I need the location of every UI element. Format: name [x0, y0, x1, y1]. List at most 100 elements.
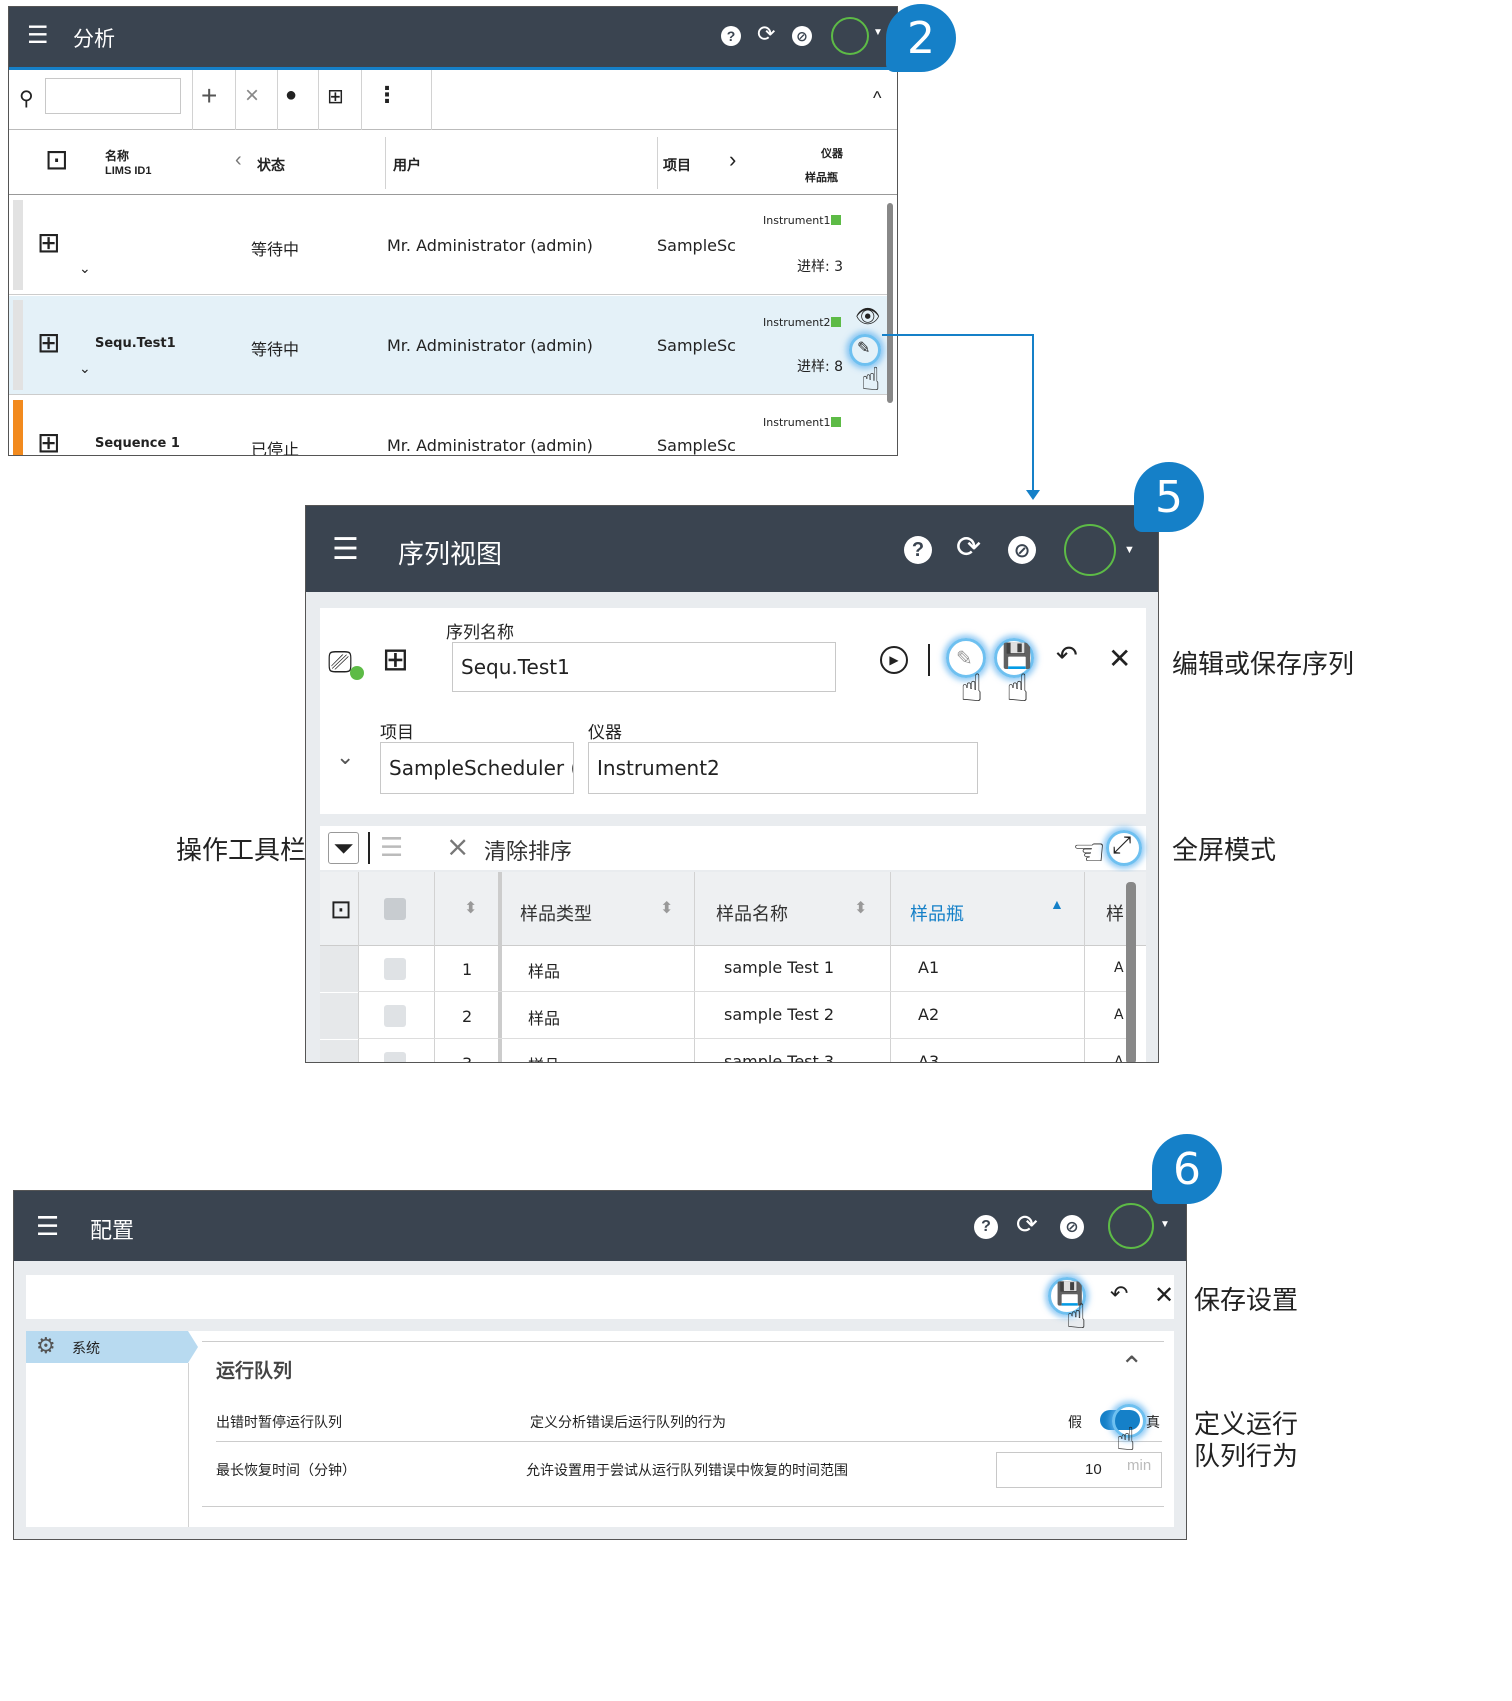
connector-line [882, 334, 1034, 336]
page-title: 分析 [73, 27, 115, 51]
more-icon[interactable]: ⋮ [376, 82, 398, 108]
undo-icon[interactable]: ↶ [1056, 640, 1078, 671]
sequence-icon[interactable]: ⊞ [327, 84, 344, 109]
menu-icon[interactable]: ☰ [332, 532, 359, 567]
col-project[interactable]: 项目 [663, 155, 691, 175]
close-icon[interactable]: ✕ [1154, 1281, 1174, 1310]
avatar[interactable] [831, 17, 869, 55]
notifications-off-icon[interactable]: ⊘ [792, 26, 812, 46]
setting-name: 最长恢复时间（分钟） [216, 1463, 356, 1479]
row-number: 1 [462, 960, 473, 979]
callout-save-settings: 保存设置 [1194, 1286, 1299, 1316]
row-checkbox[interactable] [384, 1005, 406, 1027]
col-lims[interactable]: LIMS ID1 [105, 165, 151, 177]
recovery-time-unit: min [1127, 1457, 1152, 1474]
add-icon[interactable]: + [201, 80, 217, 112]
clear-filter-icon[interactable]: ☰ [380, 832, 403, 863]
sidebar-item-system[interactable]: ⚙ 系统 [26, 1331, 188, 1363]
edit-icon[interactable]: ✎ [857, 338, 870, 358]
sort-asc-icon[interactable]: ▲ [1050, 896, 1064, 912]
help-icon[interactable]: ? [904, 536, 932, 564]
sort-icon[interactable]: ⬍ [854, 898, 867, 918]
run-icon[interactable]: ▶ [880, 646, 908, 674]
avatar-dropdown-icon[interactable]: ▼ [1160, 1219, 1170, 1230]
col-extra[interactable]: 样 [1106, 900, 1124, 926]
expand-icon[interactable]: ⌄ [79, 360, 91, 377]
refresh-icon[interactable]: ⟳ [1016, 1209, 1038, 1240]
row-checkbox[interactable] [384, 1052, 406, 1062]
refresh-icon[interactable]: ⟳ [956, 530, 981, 565]
clear-sort-icon[interactable]: ⨯ [446, 830, 469, 863]
row-checkbox[interactable] [384, 958, 406, 980]
table-row[interactable]: 2 样品 sample Test 2 A2 A [320, 993, 1126, 1039]
col-user[interactable]: 用户 [393, 155, 421, 175]
row-status: 等待中 [251, 340, 300, 359]
expand-icon[interactable]: ⌄ [79, 260, 91, 277]
callout-fullscreen: 全屏模式 [1172, 836, 1277, 866]
scrollbar[interactable] [887, 203, 893, 403]
col-vial[interactable]: 样品瓶 [910, 900, 964, 926]
project-select[interactable]: SampleScheduler (U [380, 742, 574, 794]
notifications-off-icon[interactable]: ⊘ [1008, 536, 1036, 564]
fullscreen-icon[interactable]: ⤢ [1112, 832, 1131, 860]
status-indicator [831, 215, 841, 225]
table-row[interactable]: ⊞ ⌄ 等待中 Mr. Administrator (admin) Sample… [9, 196, 887, 295]
help-icon[interactable]: ? [721, 26, 741, 46]
col-sample-name[interactable]: 样品名称 [716, 900, 788, 926]
collapse-icon[interactable]: ^ [873, 88, 881, 109]
col-status[interactable]: 状态 [257, 155, 285, 175]
clear-sort-label[interactable]: 清除排序 [484, 834, 572, 866]
avatar-dropdown-icon[interactable]: ▼ [873, 27, 883, 38]
table-row[interactable]: ⊞ Sequence 1 已停止 Mr. Administrator (admi… [9, 396, 887, 455]
notifications-off-icon[interactable]: ⊘ [1060, 1215, 1084, 1239]
column-chooser-icon[interactable]: ⊡ [45, 143, 68, 176]
close-icon[interactable]: ✕ [1108, 642, 1131, 675]
scroll-right-icon[interactable]: › [729, 147, 736, 173]
row-extra: A [1114, 960, 1124, 976]
col-sample-type[interactable]: 样品类型 [520, 900, 592, 926]
row-instrument: Instrument1 [763, 214, 831, 227]
avatar-dropdown-icon[interactable]: ▼ [1124, 544, 1135, 556]
sort-icon[interactable]: ⬍ [464, 898, 477, 918]
instrument-select[interactable]: Instrument2 [588, 742, 978, 794]
seq-name-input[interactable]: Sequ.Test1 [452, 642, 836, 692]
search-input[interactable] [45, 78, 181, 114]
pointer-hand-icon: ☜ [1072, 832, 1107, 874]
avatar[interactable] [1108, 1203, 1154, 1249]
table-row[interactable]: 3 样品 sample Test 3 A3 A [320, 1040, 1126, 1062]
col-vial[interactable]: 样品瓶 [805, 169, 838, 185]
avatar[interactable] [1064, 524, 1116, 576]
project-label: 项目 [380, 723, 414, 743]
callout-toolbar: 操作工具栏 [176, 836, 307, 866]
connector-line [1032, 334, 1034, 492]
scroll-left-icon[interactable]: ‹ [235, 149, 242, 172]
collapse-section-icon[interactable]: ⌃ [1120, 1350, 1143, 1383]
column-chooser-icon[interactable]: ⊡ [330, 894, 352, 925]
col-name[interactable]: 名称 [105, 147, 129, 164]
select-all-checkbox[interactable] [384, 898, 406, 920]
user-filter-icon[interactable]: ● [285, 84, 297, 107]
row-type: 样品 [528, 1009, 561, 1028]
clear-icon[interactable]: × [245, 82, 259, 110]
view-icon[interactable]: 👁 [855, 304, 880, 329]
table-row-selected[interactable]: ⊞ ⌄ Sequ.Test1 等待中 Mr. Administrator (ad… [9, 296, 887, 397]
menu-icon[interactable]: ☰ [27, 21, 49, 50]
divider [368, 832, 370, 864]
filter-icon[interactable]: ⏷ [328, 832, 359, 864]
help-icon[interactable]: ? [974, 1215, 998, 1239]
table-row[interactable]: 1 样品 sample Test 1 A1 A [320, 946, 1126, 992]
setting-desc: 定义分析错误后运行队列的行为 [530, 1415, 726, 1431]
toggle-true-label: 真 [1146, 1415, 1160, 1431]
undo-icon[interactable]: ↶ [1110, 1281, 1128, 1307]
config-toolbar: 💾 ☝ ↶ ✕ [26, 1275, 1174, 1336]
recovery-time-input[interactable]: 10 min [996, 1452, 1162, 1488]
col-instrument[interactable]: 仪器 [821, 145, 843, 161]
menu-icon[interactable]: ☰ [36, 1211, 59, 1242]
refresh-icon[interactable]: ⟳ [757, 21, 775, 47]
row-user: Mr. Administrator (admin) [387, 436, 593, 455]
collapse-form-icon[interactable]: ⌄ [336, 744, 354, 770]
sort-icon[interactable]: ⬍ [660, 898, 673, 918]
row-vial: A2 [918, 1005, 940, 1024]
grid-scrollbar[interactable] [1126, 882, 1136, 1062]
callout-edit-save: 编辑或保存序列 [1172, 650, 1355, 680]
